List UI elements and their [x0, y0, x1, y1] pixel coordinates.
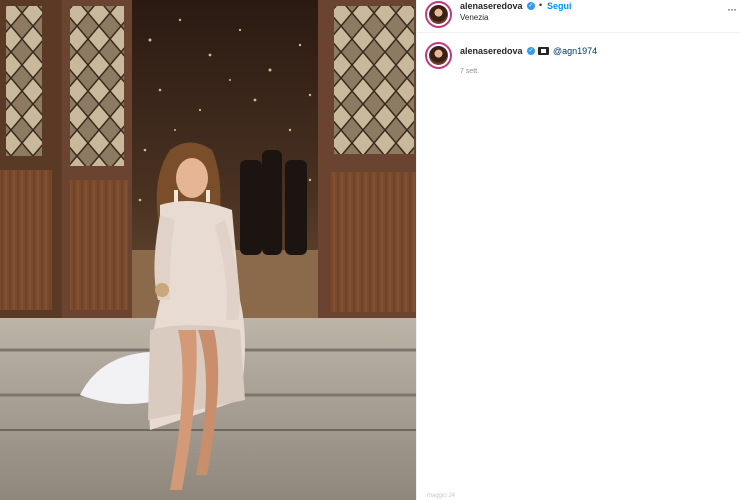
- avatar-image: [429, 5, 448, 24]
- verified-badge-icon: ✓: [527, 2, 535, 10]
- post-photo[interactable]: [0, 0, 416, 500]
- clapperboard-icon: [538, 47, 549, 55]
- caption-timestamp: 7 sett.: [460, 68, 480, 75]
- author-avatar[interactable]: [425, 1, 452, 28]
- follow-button[interactable]: Segui: [547, 1, 572, 11]
- verified-badge-icon: ✓: [527, 47, 535, 55]
- caption-avatar[interactable]: [425, 42, 452, 69]
- more-options-icon[interactable]: ···: [727, 2, 737, 16]
- post-sidebar: alenaseredova ✓ • Segui Venezia ··· alen…: [416, 0, 740, 500]
- caption-username[interactable]: alenaseredova: [460, 46, 523, 56]
- post-header: alenaseredova ✓ • Segui Venezia ···: [417, 0, 740, 33]
- caption-mention-link[interactable]: @agn1974: [553, 46, 597, 56]
- photo-scene: [0, 0, 416, 500]
- header-username[interactable]: alenaseredova: [460, 1, 523, 11]
- header-separator: •: [539, 0, 543, 10]
- cut-off-text: maggio 24: [427, 493, 456, 499]
- avatar-image: [429, 46, 448, 65]
- location-link[interactable]: Venezia: [460, 13, 488, 22]
